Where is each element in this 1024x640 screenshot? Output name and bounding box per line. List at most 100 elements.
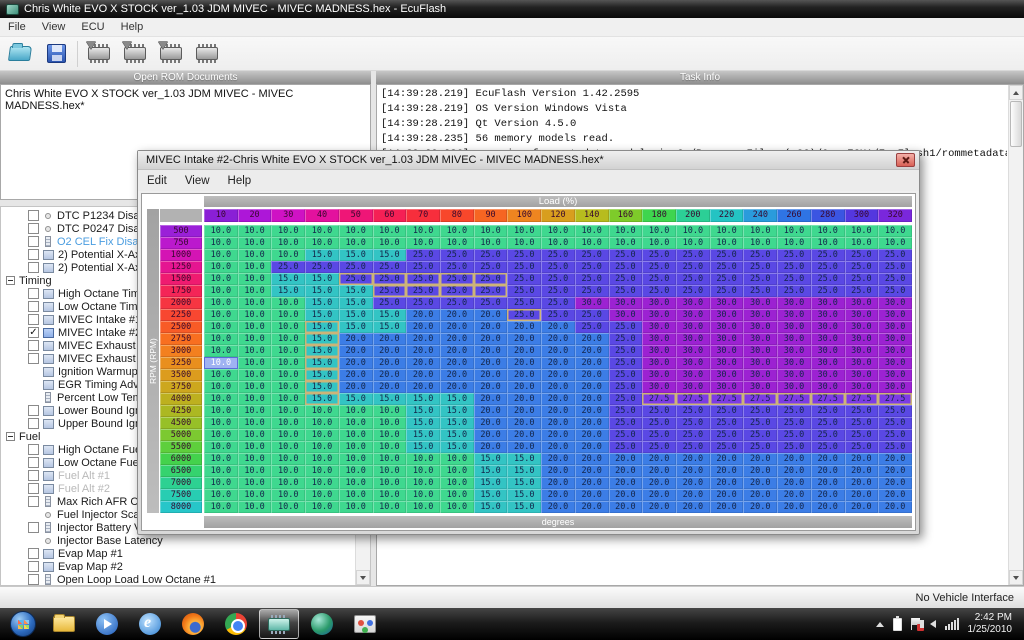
tree-item-checkbox[interactable] xyxy=(28,340,39,351)
tree-item-checkbox[interactable] xyxy=(28,405,39,416)
table-cell[interactable]: 20.0 xyxy=(507,405,542,417)
table-cell[interactable]: 25.0 xyxy=(574,321,609,333)
table-cell[interactable]: 15.0 xyxy=(406,441,440,453)
table-cell[interactable]: 25.0 xyxy=(305,261,339,273)
column-header[interactable]: 220 xyxy=(709,209,744,222)
table-cell[interactable]: 15.0 xyxy=(372,309,407,321)
table-cell[interactable]: 10.0 xyxy=(237,225,272,237)
table-cell[interactable]: 20.0 xyxy=(676,453,710,465)
table-cell[interactable]: 10.0 xyxy=(406,453,440,465)
table-cell[interactable]: 20.0 xyxy=(878,501,912,513)
table-cell[interactable]: 10.0 xyxy=(204,417,238,429)
table-cell[interactable]: 10.0 xyxy=(305,501,339,513)
tree-item-checkbox[interactable] xyxy=(28,236,39,247)
row-header[interactable]: 7000 xyxy=(160,477,202,489)
table-cell[interactable]: 20.0 xyxy=(676,465,710,477)
table-cell[interactable]: 30.0 xyxy=(844,297,879,309)
table-cell[interactable]: 10.0 xyxy=(271,429,306,441)
table-cell[interactable]: 25.0 xyxy=(810,417,845,429)
tree-item-checkbox[interactable] xyxy=(28,522,39,533)
table-cell[interactable]: 20.0 xyxy=(878,453,912,465)
table-cell[interactable]: 25.0 xyxy=(440,285,474,297)
table-cell[interactable]: 30.0 xyxy=(676,345,710,357)
table-menu-view[interactable]: View xyxy=(176,173,219,189)
table-cell[interactable]: 25.0 xyxy=(642,441,676,453)
table-cell[interactable]: 25.0 xyxy=(709,417,744,429)
table-cell[interactable]: 10.0 xyxy=(271,465,306,477)
table-cell[interactable]: 20.0 xyxy=(473,321,508,333)
table-cell[interactable]: 20.0 xyxy=(574,477,609,489)
row-header[interactable]: 2500 xyxy=(160,321,202,333)
table-cell[interactable]: 20.0 xyxy=(844,453,879,465)
table-cell[interactable]: 10.0 xyxy=(305,405,339,417)
table-cell[interactable]: 25.0 xyxy=(844,285,879,297)
table-cell[interactable]: 20.0 xyxy=(777,489,811,501)
table-cell[interactable]: 25.0 xyxy=(743,285,778,297)
table-cell[interactable]: 15.0 xyxy=(473,489,508,501)
table-cell[interactable]: 25.0 xyxy=(372,297,407,309)
table-cell[interactable]: 10.0 xyxy=(372,465,407,477)
table-cell[interactable]: 25.0 xyxy=(406,285,440,297)
table-cell[interactable]: 30.0 xyxy=(777,309,811,321)
table-cell[interactable]: 30.0 xyxy=(574,297,609,309)
column-header[interactable]: 90 xyxy=(473,209,508,222)
table-cell[interactable]: 30.0 xyxy=(743,357,778,369)
table-cell[interactable]: 10.0 xyxy=(237,249,272,261)
table-cell[interactable]: 30.0 xyxy=(777,381,811,393)
table-cell[interactable]: 10.0 xyxy=(204,261,238,273)
table-cell[interactable]: 25.0 xyxy=(878,285,912,297)
taskbar-app-ecuflash[interactable] xyxy=(259,609,299,639)
table-cell[interactable]: 30.0 xyxy=(709,297,744,309)
table-cell[interactable]: 25.0 xyxy=(676,249,710,261)
table-cell[interactable]: 30.0 xyxy=(743,321,778,333)
table-cell[interactable]: 30.0 xyxy=(642,297,676,309)
table-cell[interactable]: 10.0 xyxy=(473,225,508,237)
table-cell[interactable]: 15.0 xyxy=(507,465,542,477)
table-cell[interactable]: 10.0 xyxy=(473,237,508,249)
table-cell[interactable]: 20.0 xyxy=(440,381,474,393)
table-cell[interactable]: 10.0 xyxy=(271,441,306,453)
table-cell[interactable]: 25.0 xyxy=(743,441,778,453)
table-cell[interactable]: 30.0 xyxy=(642,333,676,345)
table-cell[interactable]: 30.0 xyxy=(676,309,710,321)
tree-item[interactable]: Open Loop Load Low Octane #1 xyxy=(1,573,355,585)
table-cell[interactable]: 10.0 xyxy=(271,345,306,357)
row-header[interactable]: 8000 xyxy=(160,501,202,513)
table-cell[interactable]: 30.0 xyxy=(676,333,710,345)
table-cell[interactable]: 10.0 xyxy=(642,225,676,237)
table-cell[interactable]: 25.0 xyxy=(642,285,676,297)
table-cell[interactable]: 10.0 xyxy=(237,297,272,309)
table-cell[interactable]: 20.0 xyxy=(574,441,609,453)
table-cell[interactable]: 20.0 xyxy=(473,417,508,429)
table-cell[interactable]: 10.0 xyxy=(204,369,238,381)
table-cell[interactable]: 10.0 xyxy=(372,477,407,489)
table-menu-edit[interactable]: Edit xyxy=(138,173,176,189)
table-cell[interactable]: 30.0 xyxy=(844,357,879,369)
table-cell[interactable]: 15.0 xyxy=(406,393,440,405)
table-cell[interactable]: 10.0 xyxy=(305,489,339,501)
collapse-expander-icon[interactable] xyxy=(6,432,15,441)
table-cell[interactable]: 27.5 xyxy=(844,393,879,405)
table-cell[interactable]: 25.0 xyxy=(777,405,811,417)
table-cell[interactable]: 25.0 xyxy=(878,441,912,453)
table-cell[interactable]: 10.0 xyxy=(440,237,474,249)
table-cell[interactable]: 20.0 xyxy=(473,357,508,369)
table-cell[interactable]: 20.0 xyxy=(608,501,643,513)
table-cell[interactable]: 15.0 xyxy=(305,393,339,405)
table-cell[interactable]: 20.0 xyxy=(810,501,845,513)
table-cell[interactable]: 15.0 xyxy=(406,429,440,441)
table-cell[interactable]: 25.0 xyxy=(810,405,845,417)
table-cell[interactable]: 10.0 xyxy=(440,453,474,465)
table-cell[interactable]: 25.0 xyxy=(878,261,912,273)
table-cell[interactable]: 25.0 xyxy=(810,261,845,273)
table-cell[interactable]: 10.0 xyxy=(507,225,542,237)
table-cell[interactable]: 25.0 xyxy=(608,345,643,357)
table-cell[interactable]: 15.0 xyxy=(440,405,474,417)
table-cell[interactable]: 10.0 xyxy=(709,237,744,249)
table-cell[interactable]: 25.0 xyxy=(777,417,811,429)
table-cell[interactable]: 15.0 xyxy=(372,321,407,333)
table-cell[interactable]: 15.0 xyxy=(338,309,373,321)
table-cell[interactable]: 10.0 xyxy=(406,501,440,513)
column-header[interactable]: 50 xyxy=(338,209,373,222)
table-cell[interactable]: 10.0 xyxy=(237,333,272,345)
